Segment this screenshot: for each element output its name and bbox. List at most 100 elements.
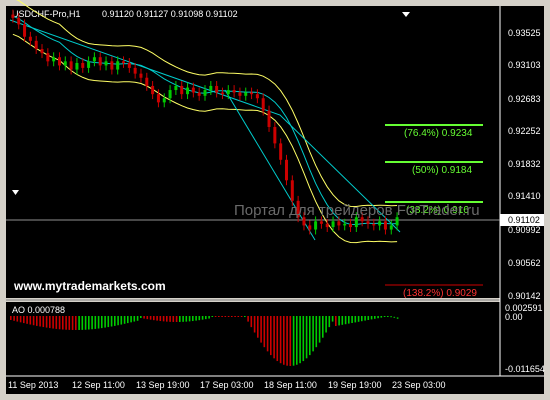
candle-body xyxy=(104,61,108,66)
candle-body xyxy=(331,221,335,228)
ao-bar xyxy=(370,316,373,320)
candle-body xyxy=(279,143,283,160)
candle-body xyxy=(378,221,382,226)
ao-bar xyxy=(62,316,64,330)
candle-body xyxy=(314,221,318,230)
ao-bar xyxy=(107,316,110,328)
candle-body xyxy=(232,90,236,93)
ao-bar xyxy=(29,316,32,325)
ao-bar xyxy=(78,316,80,330)
ao-bar xyxy=(276,316,279,362)
ao-bar xyxy=(143,316,145,319)
candle-body xyxy=(81,62,85,68)
ao-bar xyxy=(185,316,188,322)
candle-body xyxy=(133,67,137,74)
ao-bar xyxy=(84,316,87,330)
chart-canvas[interactable]: USDCHF-Pro,H1 0.91120 0.91127 0.91098 0.… xyxy=(0,0,550,400)
candle-body xyxy=(261,98,265,111)
header-ohlc: 0.91120 0.91127 0.91098 0.91102 xyxy=(102,9,238,19)
candle-body xyxy=(75,62,79,70)
ao-bar xyxy=(36,316,38,326)
current-price-text: 0.91102 xyxy=(508,215,540,225)
candle-body xyxy=(226,90,230,95)
ao-bar xyxy=(140,316,142,318)
candle-body xyxy=(156,94,160,103)
ao-panel[interactable] xyxy=(6,302,500,376)
candle-body xyxy=(389,225,393,230)
ao-bar xyxy=(341,316,344,325)
ao-bar xyxy=(279,316,282,364)
ao-bar xyxy=(244,316,246,317)
ao-bar xyxy=(367,316,370,320)
candle-body xyxy=(139,73,143,78)
ao-bar xyxy=(146,316,149,320)
candle-body xyxy=(255,94,259,99)
ao-bar xyxy=(253,316,256,333)
ao-bar xyxy=(208,316,210,319)
ao-bar xyxy=(325,316,327,333)
candle-body xyxy=(127,62,131,68)
candle-body xyxy=(28,36,32,41)
ao-bar xyxy=(322,316,324,338)
candle-body xyxy=(98,57,102,66)
ao-bar xyxy=(286,316,288,366)
ao-bar xyxy=(101,316,103,329)
candle-body xyxy=(180,85,184,95)
ao-bar xyxy=(156,316,158,321)
ao-bar xyxy=(221,316,223,317)
candle-body xyxy=(273,126,277,144)
ao-bar xyxy=(387,316,389,317)
ao-bar xyxy=(309,316,311,356)
candle-body xyxy=(220,92,224,95)
ao-bar xyxy=(39,316,41,327)
ao-bar xyxy=(127,316,129,324)
candle-body xyxy=(325,223,329,228)
ao-bar xyxy=(289,316,292,366)
ao-bar xyxy=(361,316,363,322)
ao-bar xyxy=(318,316,321,343)
ao-bar xyxy=(247,316,249,322)
candle-body xyxy=(319,221,323,224)
ao-bar xyxy=(292,316,295,366)
candle-body xyxy=(122,61,126,63)
ao-bar xyxy=(302,316,305,362)
ao-bar xyxy=(260,316,262,343)
ao-bar xyxy=(10,316,12,320)
candle-body xyxy=(69,61,73,70)
ao-bar xyxy=(344,316,347,325)
ao-bar xyxy=(312,316,314,352)
ao-bar xyxy=(383,316,386,317)
ao-bar xyxy=(97,316,100,329)
ao-bar xyxy=(114,316,116,326)
ao-bar xyxy=(263,316,266,348)
ao-bar xyxy=(257,316,259,338)
ao-bar xyxy=(266,316,269,352)
ao-axis-zero: 0.00 xyxy=(505,312,523,322)
ao-bar xyxy=(296,316,298,365)
ao-bar xyxy=(283,316,285,365)
ao-bar xyxy=(110,316,113,327)
price-tick-3: 0.92252 xyxy=(508,126,541,136)
ao-bar xyxy=(305,316,308,359)
ao-bar xyxy=(91,316,93,330)
chart-window[interactable]: USDCHF-Pro,H1 0.91120 0.91127 0.91098 0.… xyxy=(0,0,550,400)
fib-label-76: (76.4%) 0.9234 xyxy=(404,128,473,139)
ao-bar xyxy=(13,316,15,321)
ao-bar xyxy=(192,316,194,322)
ao-bar xyxy=(348,316,350,324)
ao-bar xyxy=(23,316,25,324)
candle-body xyxy=(57,57,61,66)
time-axis-labels: 11 Sep 2013 12 Sep 11:00 13 Sep 19:00 17… xyxy=(8,380,446,390)
candle-body xyxy=(290,180,294,201)
price-tick-4: 0.91832 xyxy=(508,159,541,169)
price-tick-7: 0.90562 xyxy=(508,258,541,268)
watermark-text: Портал для трейдеров ForTrader.ru xyxy=(234,202,480,219)
ao-bar xyxy=(338,316,340,326)
ao-bar xyxy=(218,316,220,317)
main-chart-panel[interactable] xyxy=(6,6,500,298)
ao-bar xyxy=(136,316,139,321)
ao-bar xyxy=(270,316,272,356)
ao-bar xyxy=(390,316,392,318)
time-tick-3: 17 Sep 03:00 xyxy=(200,380,254,390)
ao-bar xyxy=(68,316,71,330)
